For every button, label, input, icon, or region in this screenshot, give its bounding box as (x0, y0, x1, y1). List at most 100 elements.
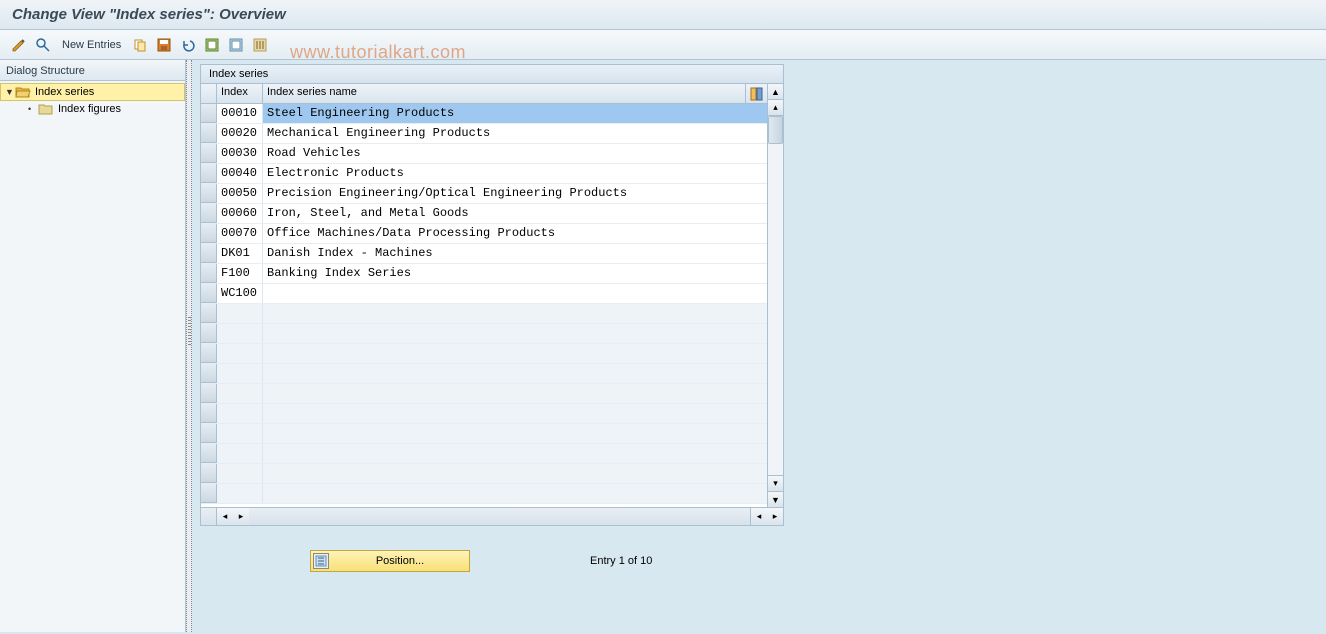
table-row[interactable]: WC100 (201, 284, 767, 304)
row-selector[interactable] (201, 104, 217, 123)
scroll-left-icon[interactable]: ◂ (217, 508, 233, 525)
table-row[interactable]: 00020Mechanical Engineering Products (201, 124, 767, 144)
cell-index (217, 464, 263, 483)
new-entries-button[interactable]: New Entries (58, 39, 125, 51)
cell-name[interactable]: Steel Engineering Products (263, 104, 767, 123)
collapse-icon[interactable]: ▼ (5, 87, 15, 97)
row-selector[interactable] (201, 184, 217, 203)
cell-index[interactable]: F100 (217, 264, 263, 283)
cell-name (263, 444, 767, 463)
table-row[interactable]: 00050Precision Engineering/Optical Engin… (201, 184, 767, 204)
tree-node-index-series[interactable]: ▼ Index series (0, 83, 185, 101)
scroll-track[interactable] (768, 116, 783, 475)
row-selector[interactable] (201, 284, 217, 303)
table-row[interactable]: 00060Iron, Steel, and Metal Goods (201, 204, 767, 224)
row-selector[interactable] (201, 304, 217, 323)
row-selector[interactable] (201, 464, 217, 483)
row-selector[interactable] (201, 264, 217, 283)
column-header-name[interactable]: Index series name (263, 84, 745, 103)
row-selector[interactable] (201, 244, 217, 263)
table-row[interactable]: F100Banking Index Series (201, 264, 767, 284)
scroll-down-icon[interactable]: ▼ (768, 491, 783, 507)
save-icon[interactable] (155, 36, 173, 54)
scroll-up-step-icon[interactable]: ▴ (768, 100, 783, 116)
row-selector[interactable] (201, 164, 217, 183)
row-selector[interactable] (201, 324, 217, 343)
row-selector[interactable] (201, 444, 217, 463)
position-icon (313, 553, 329, 569)
cell-name[interactable]: Office Machines/Data Processing Products (263, 224, 767, 243)
cell-name[interactable]: Danish Index - Machines (263, 244, 767, 263)
table-row-empty (201, 384, 767, 404)
tree-label: Index figures (58, 103, 121, 115)
cell-index[interactable]: 00070 (217, 224, 263, 243)
cell-name[interactable]: Road Vehicles (263, 144, 767, 163)
table-config-button[interactable] (745, 84, 767, 103)
cell-name[interactable]: Precision Engineering/Optical Engineerin… (263, 184, 767, 203)
row-selector[interactable] (201, 384, 217, 403)
cell-name (263, 344, 767, 363)
folder-closed-icon (38, 102, 54, 116)
bullet-icon: • (28, 104, 38, 114)
copy-icon[interactable] (131, 36, 149, 54)
cell-index[interactable]: 00040 (217, 164, 263, 183)
table-row-empty (201, 304, 767, 324)
scroll-down-step-icon[interactable]: ▾ (768, 475, 783, 491)
table-row[interactable]: DK01Danish Index - Machines (201, 244, 767, 264)
cell-index[interactable]: 00010 (217, 104, 263, 123)
cell-name[interactable]: Iron, Steel, and Metal Goods (263, 204, 767, 223)
row-selector[interactable] (201, 404, 217, 423)
find-icon[interactable] (34, 36, 52, 54)
row-selector[interactable] (201, 124, 217, 143)
table-row[interactable]: 00040Electronic Products (201, 164, 767, 184)
page-title: Change View "Index series": Overview (0, 0, 1326, 30)
select-all-header[interactable] (201, 84, 217, 103)
cell-name (263, 384, 767, 403)
vertical-scrollbar[interactable]: ▲ ▴ ▾ ▼ (767, 84, 783, 507)
undo-icon[interactable] (179, 36, 197, 54)
cell-index[interactable]: 00030 (217, 144, 263, 163)
display-change-icon[interactable] (10, 36, 28, 54)
table-row[interactable]: 00070Office Machines/Data Processing Pro… (201, 224, 767, 244)
table-row[interactable]: 00010Steel Engineering Products (201, 104, 767, 124)
row-selector[interactable] (201, 204, 217, 223)
row-selector[interactable] (201, 144, 217, 163)
row-selector[interactable] (201, 424, 217, 443)
table-row-empty (201, 424, 767, 444)
deselect-all-icon[interactable] (227, 36, 245, 54)
cell-name[interactable]: Electronic Products (263, 164, 767, 183)
cell-name[interactable]: Mechanical Engineering Products (263, 124, 767, 143)
tree-node-index-figures[interactable]: • Index figures (0, 101, 185, 117)
select-all-icon[interactable] (203, 36, 221, 54)
cell-index[interactable]: WC100 (217, 284, 263, 303)
scroll-thumb[interactable] (768, 116, 783, 144)
cell-name (263, 364, 767, 383)
cell-index (217, 404, 263, 423)
cell-name[interactable] (263, 284, 767, 303)
cell-name[interactable]: Banking Index Series (263, 264, 767, 283)
table-row[interactable]: 00030Road Vehicles (201, 144, 767, 164)
cell-index[interactable]: DK01 (217, 244, 263, 263)
scroll-right-step-icon[interactable]: ◂ (751, 508, 767, 525)
scroll-right-icon[interactable]: ▸ (767, 508, 783, 525)
cell-index[interactable]: 00060 (217, 204, 263, 223)
row-selector[interactable] (201, 344, 217, 363)
scroll-up-icon[interactable]: ▲ (768, 84, 783, 100)
row-selector[interactable] (201, 364, 217, 383)
cell-index (217, 324, 263, 343)
column-header-index[interactable]: Index (217, 84, 263, 103)
cell-index[interactable]: 00050 (217, 184, 263, 203)
row-selector[interactable] (201, 484, 217, 503)
delimit-icon[interactable] (251, 36, 269, 54)
table-row-empty (201, 364, 767, 384)
scroll-left-step-icon[interactable]: ▸ (233, 508, 249, 525)
row-selector[interactable] (201, 224, 217, 243)
position-button[interactable]: Position... (310, 550, 470, 572)
horizontal-scrollbar[interactable]: ◂ ▸ ◂ ▸ (200, 508, 784, 526)
cell-name (263, 484, 767, 503)
table-header: Index Index series name (201, 84, 767, 104)
cell-index[interactable]: 00020 (217, 124, 263, 143)
sidebar-header: Dialog Structure (0, 62, 185, 81)
cell-index (217, 304, 263, 323)
cell-name (263, 424, 767, 443)
